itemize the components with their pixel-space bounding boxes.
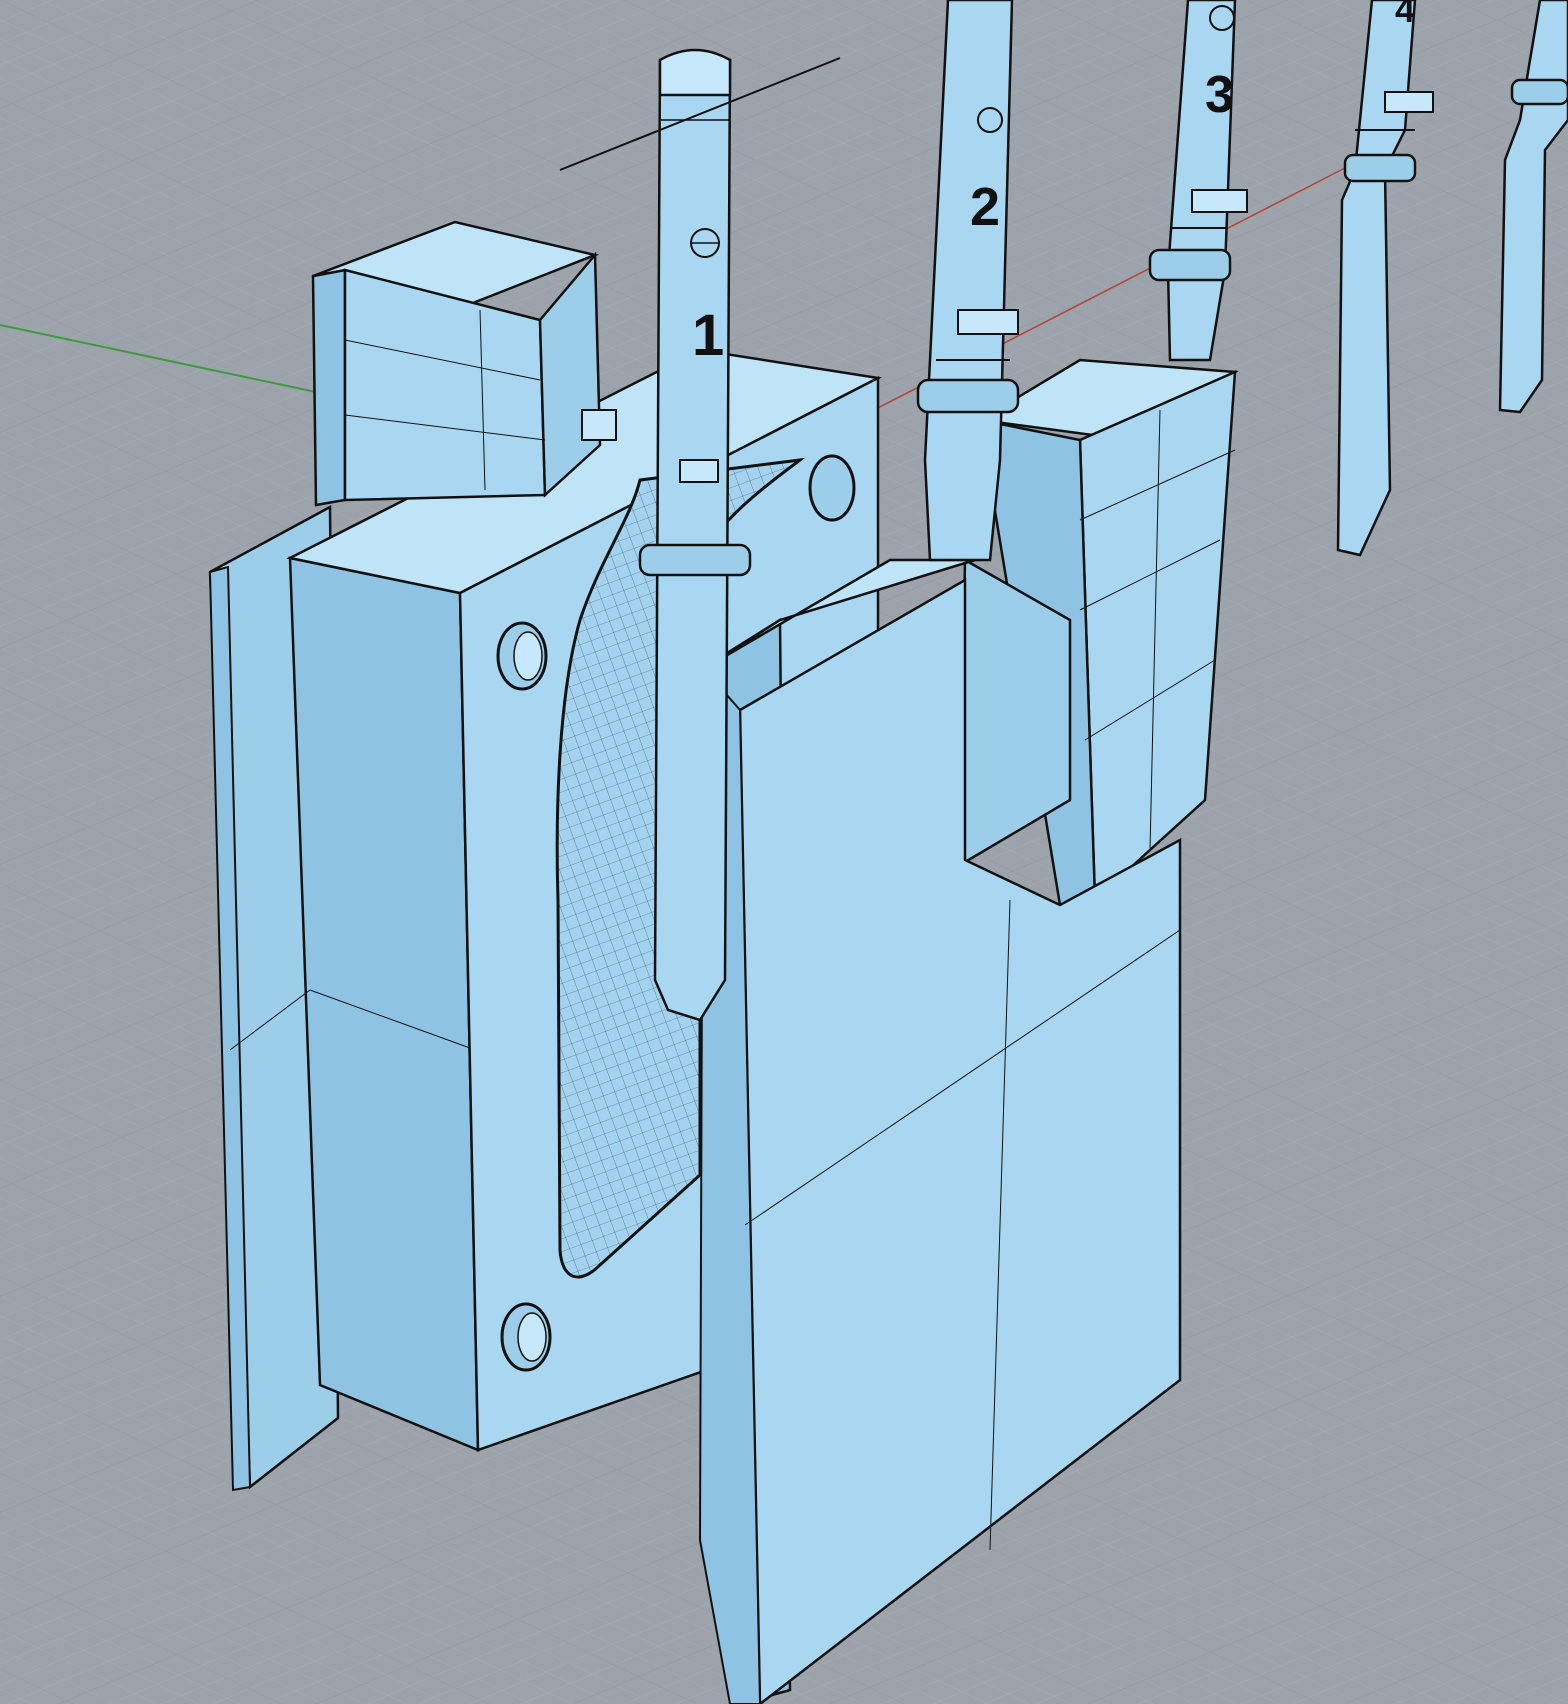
bolt-hole-rear <box>808 454 856 522</box>
part-1-label: 1 <box>692 303 724 368</box>
left-guide-block[interactable] <box>311 220 617 507</box>
part-2-label: 2 <box>970 177 1000 237</box>
part-3-label: 3 <box>1205 66 1234 124</box>
part-4-label: 4 <box>1395 0 1415 30</box>
3d-perspective-viewport[interactable]: 1 2 3 4 <box>0 0 1568 1704</box>
